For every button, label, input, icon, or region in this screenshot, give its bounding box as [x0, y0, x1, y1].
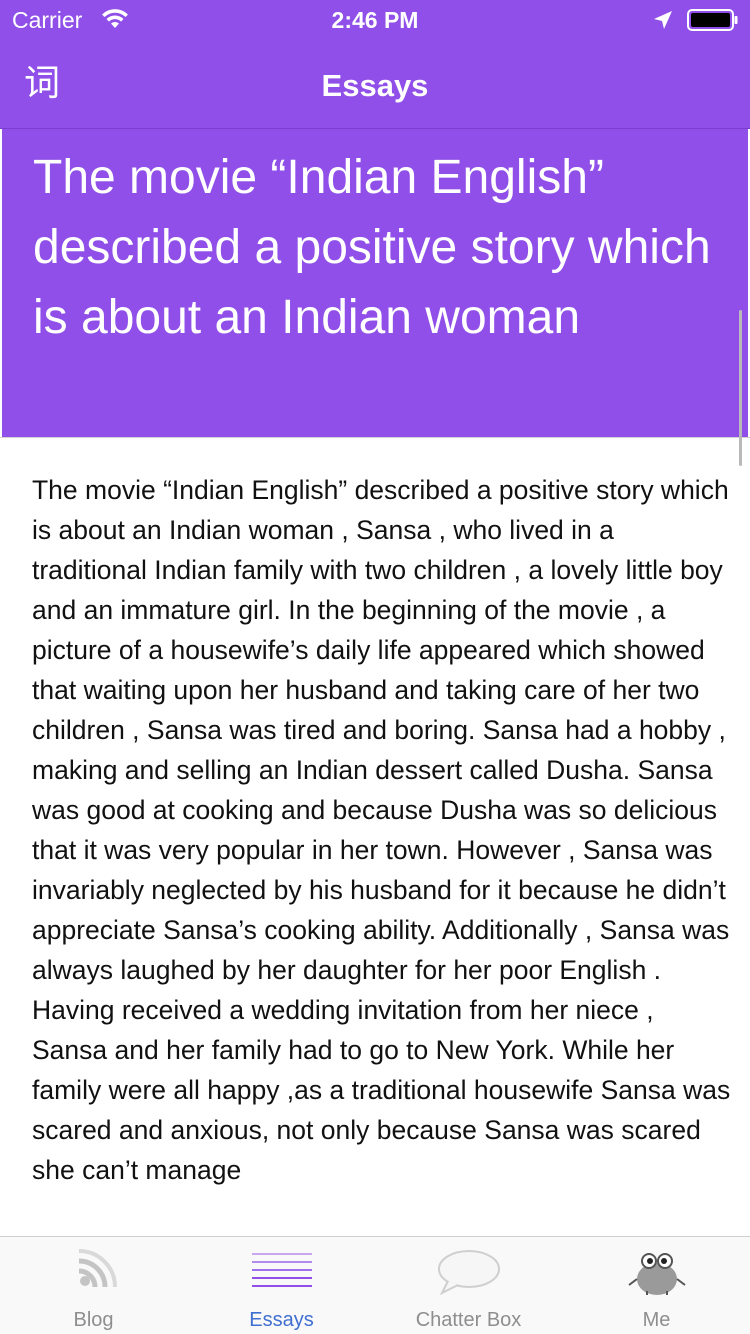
status-bar: Carrier 2:46 PM [0, 0, 750, 40]
scroll-indicator[interactable] [739, 310, 742, 466]
tab-label-blog: Blog [73, 1309, 114, 1331]
chat-bubble-icon [437, 1250, 500, 1295]
article-body: The movie “Indian English” described a p… [32, 475, 731, 1185]
top-bar: Carrier 2:46 PM 词 Essays [0, 0, 750, 129]
owl-avatar-icon [627, 1253, 686, 1295]
app-screen: Carrier 2:46 PM 词 Essays The movie “Indi… [0, 0, 750, 1334]
tab-bar: Blog Essays Chatter Box Me [0, 1236, 750, 1334]
tab-label-me: Me [642, 1309, 671, 1331]
battery-icon [687, 9, 738, 31]
page-title: Essays [321, 68, 429, 103]
blog-icon [78, 1249, 117, 1288]
clock: 2:46 PM [331, 7, 419, 33]
tab-label-chatter-box: Chatter Box [415, 1309, 522, 1331]
tab-blog[interactable]: Blog [0, 1237, 187, 1334]
tab-chatter-box[interactable]: Chatter Box [375, 1237, 562, 1334]
tab-essays[interactable]: Essays [188, 1237, 375, 1334]
location-arrow-icon [654, 11, 672, 29]
navigation-bar: 词 Essays [0, 40, 750, 129]
tab-label-essays: Essays [249, 1309, 314, 1331]
tab-me[interactable]: Me [563, 1237, 750, 1334]
article-title: The movie “Indian English” described a p… [33, 151, 711, 344]
essays-icon [251, 1253, 312, 1287]
header-divider [0, 437, 750, 438]
article-header: The movie “Indian English” described a p… [2, 129, 748, 438]
